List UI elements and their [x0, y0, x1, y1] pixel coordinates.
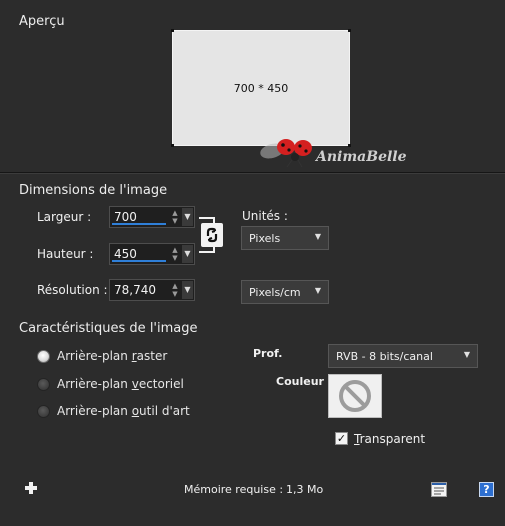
focus-underline [112, 223, 166, 225]
height-value[interactable]: 450 [114, 247, 137, 261]
spin-up-icon[interactable]: ▲ [169, 282, 181, 290]
depth-value: RVB - 8 bits/canal [336, 350, 433, 363]
units-value: Pixels [249, 232, 281, 245]
preview-size-label: 700 * 450 [233, 81, 289, 95]
spin-arrows[interactable]: ▲ ▼ [169, 209, 181, 225]
watermark-text: AnimaBelle [316, 149, 407, 165]
memory-value: 1,3 Mo [286, 483, 324, 496]
resolution-value[interactable]: 78,740 [114, 283, 156, 297]
radio-button[interactable] [37, 404, 50, 418]
resolution-label: Résolution : [37, 283, 108, 297]
width-value[interactable]: 700 [114, 210, 137, 224]
no-color-icon [339, 380, 371, 412]
spin-down-icon[interactable]: ▼ [169, 217, 181, 225]
dropdown-arrow-icon[interactable]: ▼ [182, 245, 193, 263]
preview-canvas: 700 * 450 [171, 29, 351, 147]
divider [0, 173, 505, 174]
transparent-label[interactable]: Transparent [354, 432, 425, 446]
spin-down-icon[interactable]: ▼ [169, 290, 181, 298]
radio-art-media-label[interactable]: Arrière-plan outil d'art [57, 404, 190, 418]
resolution-unit-value: Pixels/cm [249, 286, 301, 299]
memory-label: Mémoire requise : [184, 483, 284, 496]
radio-button[interactable] [37, 377, 50, 391]
height-label: Hauteur : [37, 247, 94, 261]
dropdown-arrow-icon: ▼ [314, 232, 321, 241]
dimensions-title: Dimensions de l'image [19, 183, 168, 198]
watermark-logo: AnimaBelle [256, 133, 407, 173]
focus-underline [112, 260, 166, 262]
spin-up-icon[interactable]: ▲ [169, 209, 181, 217]
preview-title: Aperçu [19, 14, 65, 29]
help-icon[interactable]: ? [479, 482, 494, 497]
color-label: Couleur : [276, 375, 333, 388]
corner-handle [348, 29, 351, 32]
radio-vector-label[interactable]: Arrière-plan vectoriel [57, 377, 184, 391]
width-label: Largeur : [37, 210, 92, 224]
spin-down-icon[interactable]: ▼ [169, 254, 181, 262]
radio-art-media[interactable]: Arrière-plan outil d'art [37, 404, 190, 418]
units-dropdown[interactable]: Pixels ▼ [241, 226, 329, 250]
depth-dropdown[interactable]: RVB - 8 bits/canal ▼ [328, 344, 478, 368]
chain-link-glyph [206, 227, 218, 243]
radio-vector[interactable]: Arrière-plan vectoriel [37, 377, 184, 391]
spin-up-icon[interactable]: ▲ [169, 246, 181, 254]
dropdown-arrow-icon[interactable]: ▼ [182, 281, 193, 299]
depth-label: Prof. [253, 347, 283, 360]
notepad-icon[interactable] [431, 482, 447, 497]
characteristics-title: Caractéristiques de l'image [19, 321, 198, 336]
spin-arrows[interactable]: ▲ ▼ [169, 246, 181, 262]
radio-raster-label[interactable]: Arrière-plan raster [57, 349, 167, 363]
corner-handle [171, 29, 174, 32]
plus-icon[interactable] [24, 481, 38, 495]
corner-handle [171, 144, 174, 147]
resolution-spinbox[interactable]: 78,740 ▲ ▼ ▼ [109, 279, 195, 301]
radio-button[interactable] [37, 349, 50, 363]
height-spinbox[interactable]: 450 ▲ ▼ ▼ [109, 243, 195, 265]
width-spinbox[interactable]: 700 ▲ ▼ ▼ [109, 206, 195, 228]
spin-arrows[interactable]: ▲ ▼ [169, 282, 181, 298]
dropdown-arrow-icon: ▼ [314, 286, 321, 295]
chain-link-icon[interactable] [201, 223, 223, 247]
transparent-checkbox[interactable]: ✓ [335, 432, 348, 445]
color-swatch[interactable] [328, 374, 382, 418]
units-label: Unités : [242, 209, 288, 223]
dropdown-arrow-icon: ▼ [463, 350, 470, 359]
resolution-unit-dropdown[interactable]: Pixels/cm ▼ [241, 280, 329, 304]
dropdown-arrow-icon[interactable]: ▼ [182, 208, 193, 226]
radio-raster[interactable]: Arrière-plan raster [37, 349, 167, 363]
